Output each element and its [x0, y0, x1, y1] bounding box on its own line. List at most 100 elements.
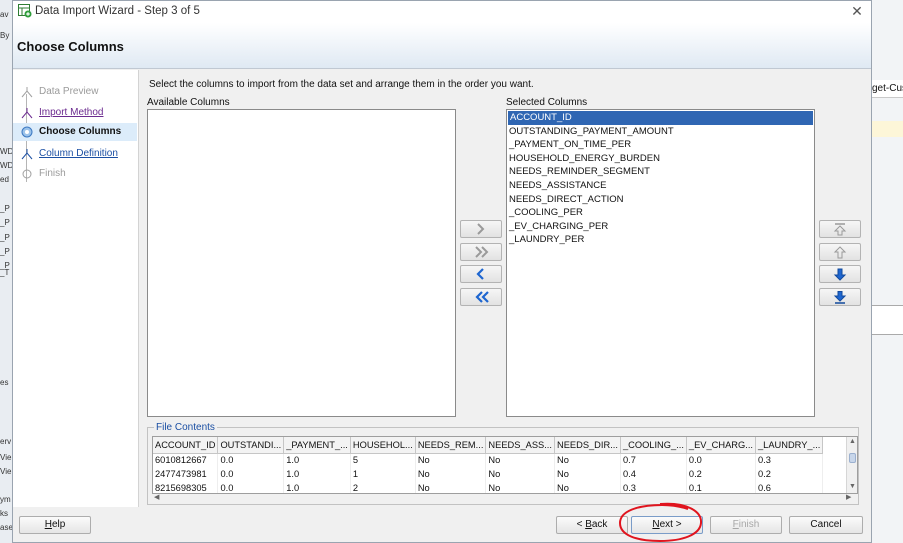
move-right-button[interactable]: [460, 220, 502, 238]
move-all-left-button[interactable]: [460, 288, 502, 306]
wizard-steps-panel: Data Preview Import Method Choose Column…: [13, 70, 139, 507]
current-step-icon: [21, 126, 33, 138]
table-cell: 0.0: [217, 453, 285, 467]
background-app-text-fragment: ym: [0, 495, 11, 504]
file-contents-group: File Contents ACCOUNT_ID OUTSTANDI... _PAY…: [147, 422, 859, 505]
column-header[interactable]: _COOLING_...: [620, 437, 687, 454]
table-row[interactable]: 8215698305 0.0 1.0 2 No No No 0.3 0.1 0.6: [153, 481, 824, 493]
selected-column-item[interactable]: NEEDS_DIRECT_ACTION: [507, 193, 814, 207]
table-cell: 0.3: [755, 453, 824, 467]
cancel-button[interactable]: Cancel: [789, 516, 863, 534]
next-button[interactable]: Next >: [631, 516, 703, 534]
table-cell: 0.2: [755, 467, 824, 481]
background-app-tab[interactable]: get-Cust: [872, 80, 903, 98]
table-cell: 0.0: [686, 453, 757, 467]
selected-column-item[interactable]: _LAUNDRY_PER: [507, 233, 814, 247]
move-top-button[interactable]: [819, 220, 861, 238]
selected-columns-list[interactable]: ACCOUNT_ID OUTSTANDING_PAYMENT_AMOUNT _PAY…: [506, 109, 815, 417]
step-node-icon: [21, 108, 33, 119]
scroll-up-icon[interactable]: ▲: [849, 438, 856, 445]
step-choose-columns[interactable]: Choose Columns: [13, 123, 137, 141]
background-app-text-fragment: _P: [0, 204, 10, 213]
selected-column-item[interactable]: NEEDS_ASSISTANCE: [507, 179, 814, 193]
background-app-text-fragment: Vie: [0, 467, 12, 476]
selected-column-item[interactable]: _COOLING_PER: [507, 206, 814, 220]
move-down-icon: [833, 268, 847, 281]
selected-column-item[interactable]: _PAYMENT_ON_TIME_PER: [507, 138, 814, 152]
column-header[interactable]: NEEDS_DIR...: [554, 437, 621, 454]
move-all-right-icon: [475, 246, 489, 258]
background-app-text-fragment: _P: [0, 218, 10, 227]
table-body: 6010812667 0.0 1.0 5 No No No 0.7 0.0 0.3 24774739…: [153, 453, 824, 493]
background-app-text-fragment: By: [0, 31, 10, 40]
background-app-text-fragment: ase: [0, 523, 12, 532]
table-cell: 0.2: [686, 467, 757, 481]
table-cell: 0.0: [217, 467, 285, 481]
selected-column-item[interactable]: NEEDS_REMINDER_SEGMENT: [507, 165, 814, 179]
move-up-button[interactable]: [819, 243, 861, 261]
table-cell: No: [415, 453, 487, 467]
column-header[interactable]: NEEDS_ASS...: [485, 437, 555, 454]
wizard-header: Choose Columns: [13, 23, 871, 69]
table-cell: 0.6: [755, 481, 824, 493]
scroll-right-icon[interactable]: ▶: [846, 493, 851, 501]
step-label: Choose Columns: [39, 126, 122, 137]
background-app-text-fragment: WD: [0, 147, 12, 156]
selected-column-item[interactable]: HOUSEHOLD_ENERGY_BURDEN: [507, 152, 814, 166]
move-top-icon: [833, 223, 847, 236]
available-columns-list[interactable]: [147, 109, 456, 417]
background-app-text-fragment: es: [0, 378, 9, 387]
window-title: Data Import Wizard - Step 3 of 5: [35, 5, 200, 17]
move-bottom-button[interactable]: [819, 288, 861, 306]
step-import-method[interactable]: Import Method: [13, 104, 137, 122]
column-header[interactable]: HOUSEHOL...: [350, 437, 416, 454]
move-down-button[interactable]: [819, 265, 861, 283]
step-column-definition[interactable]: Column Definition: [13, 145, 137, 163]
step-label[interactable]: Import Method: [39, 107, 103, 118]
table-row[interactable]: 2477473981 0.0 1.0 1 No No No 0.4 0.2 0.2: [153, 467, 824, 481]
selected-column-item[interactable]: _EV_CHARGING_PER: [507, 220, 814, 234]
help-button-label: Help: [44, 519, 66, 530]
move-right-icon: [477, 223, 485, 235]
table-cell: 0.1: [686, 481, 757, 493]
table-header-row: ACCOUNT_ID OUTSTANDI... _PAYMENT_... HOUSEH…: [153, 437, 824, 454]
scroll-left-icon[interactable]: ◀: [154, 493, 159, 501]
table-cell: 5: [350, 453, 416, 467]
scroll-down-icon[interactable]: ▼: [849, 483, 856, 490]
move-left-button[interactable]: [460, 265, 502, 283]
move-up-icon: [833, 246, 847, 259]
back-button-label: < Back: [576, 519, 608, 530]
background-app-text-fragment: _P: [0, 247, 10, 256]
data-import-wizard-dialog: Data Import Wizard - Step 3 of 5 ✕ Choos…: [12, 0, 872, 543]
background-app-text-fragment: Vie: [0, 453, 12, 462]
column-header[interactable]: _EV_CHARG...: [686, 437, 757, 454]
table-cell: 8215698305: [153, 481, 219, 493]
table-row[interactable]: 6010812667 0.0 1.0 5 No No No 0.7 0.0 0.3: [153, 453, 824, 467]
step-label[interactable]: Column Definition: [39, 148, 118, 159]
move-all-right-button[interactable]: [460, 243, 502, 261]
finish-button: Finish: [710, 516, 782, 534]
horizontal-scrollbar[interactable]: ◀ ▶: [152, 494, 858, 503]
column-header[interactable]: NEEDS_REM...: [415, 437, 487, 454]
scroll-thumb[interactable]: [849, 453, 856, 463]
table-cell: No: [554, 481, 621, 493]
step-finish: Finish: [13, 165, 137, 183]
cancel-button-label: Cancel: [810, 519, 842, 530]
column-header[interactable]: _PAYMENT_...: [283, 437, 351, 454]
background-app-highlight-row: [872, 121, 903, 137]
table-cell: 0.7: [620, 453, 687, 467]
vertical-scrollbar[interactable]: ▲ ▼: [846, 437, 857, 493]
move-all-left-icon: [475, 291, 489, 303]
back-button[interactable]: < Back: [556, 516, 628, 534]
selected-column-item[interactable]: ACCOUNT_ID: [508, 111, 813, 125]
column-header[interactable]: OUTSTANDI...: [217, 437, 285, 454]
table-cell: No: [485, 453, 555, 467]
step-node-icon: [21, 149, 33, 160]
table-cell: 1.0: [283, 453, 351, 467]
help-button[interactable]: Help: [19, 516, 91, 534]
close-icon[interactable]: ✕: [847, 2, 867, 20]
table-cell: 1.0: [283, 481, 351, 493]
selected-column-item[interactable]: OUTSTANDING_PAYMENT_AMOUNT: [507, 125, 814, 139]
column-header[interactable]: ACCOUNT_ID: [153, 437, 219, 454]
column-header[interactable]: _LAUNDRY_...: [755, 437, 824, 454]
